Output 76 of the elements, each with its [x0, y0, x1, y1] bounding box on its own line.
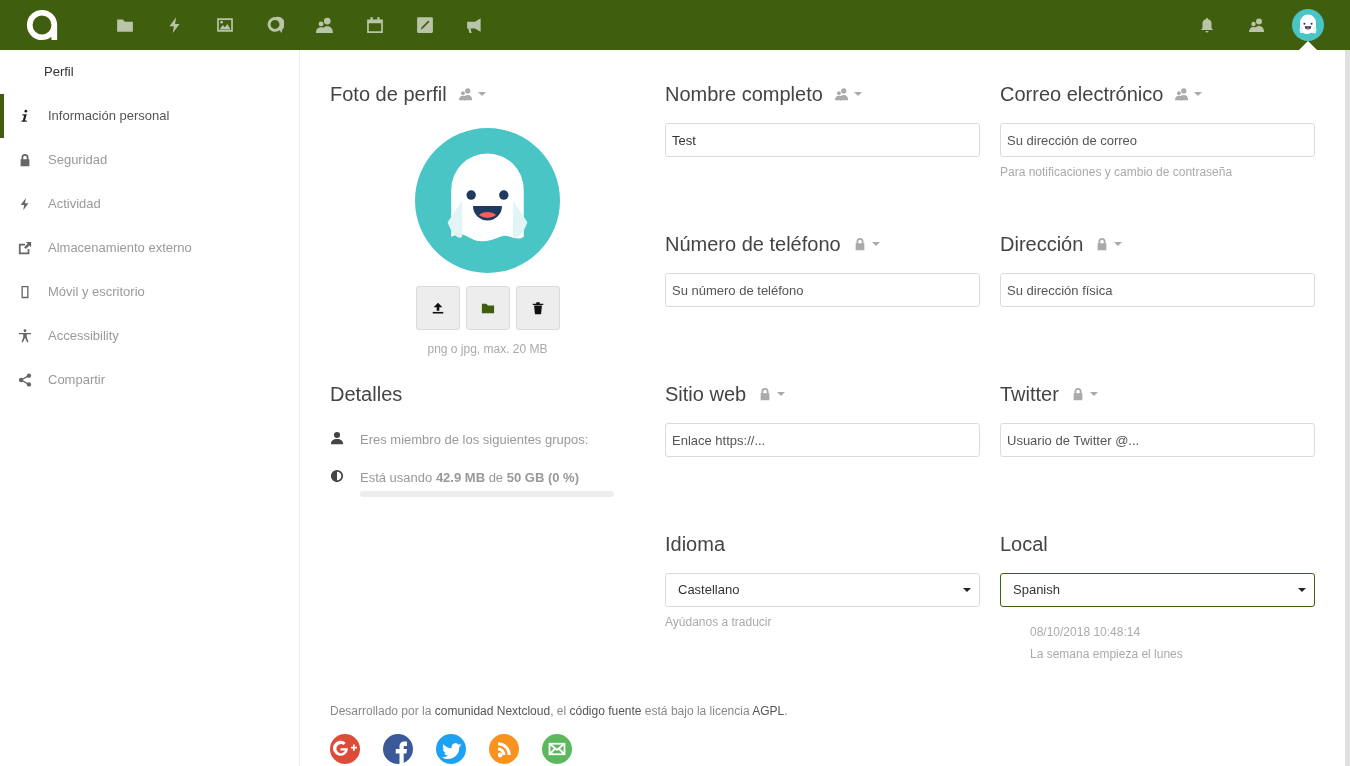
people-icon — [458, 87, 473, 101]
helper-text: La semana empieza el lunes — [1030, 646, 1184, 663]
helper-text: 08/10/2018 10:48:14 — [1030, 624, 1142, 641]
rss-icon[interactable] — [489, 734, 519, 764]
input-field[interactable]: Su dirección física — [1000, 273, 1315, 307]
person-icon — [330, 431, 344, 445]
footer-link[interactable]: código fuente — [569, 704, 642, 718]
avatar-button[interactable] — [1292, 9, 1324, 41]
people-icon — [316, 16, 334, 34]
helper-text: Ayúdanos a traducir — [665, 614, 773, 631]
caret-icon — [777, 392, 786, 396]
mail-icon[interactable] — [542, 734, 572, 764]
sidebar-item[interactable]: Información personal — [0, 94, 299, 138]
people-icon — [834, 87, 849, 101]
upload-icon — [430, 301, 445, 315]
section-title: Dirección — [1000, 232, 1084, 257]
trash-icon — [530, 301, 545, 315]
megaphone-icon — [466, 16, 484, 34]
helper-text: png o jpg, max. 20 MB — [427, 341, 548, 358]
people-icon — [1249, 17, 1265, 33]
caret-icon — [1298, 588, 1306, 592]
caret-icon — [477, 92, 486, 96]
visibility-scope-button[interactable] — [1095, 237, 1123, 251]
calendar-icon — [366, 16, 384, 34]
input-field[interactable]: Usuario de Twitter @... — [1000, 423, 1315, 457]
helper-text: Para notificaciones y cambio de contraseña — [1000, 164, 1234, 181]
footer-text: Desarrollado por la comunidad Nextcloud, el código fuente está bajo la licencia AGPL. — [330, 703, 789, 720]
caret-icon — [871, 242, 880, 246]
section-title: Twitter — [1000, 382, 1059, 407]
visibility-scope-button[interactable] — [1175, 87, 1203, 101]
groups-text: Eres miembro de los siguientes grupos: — [360, 431, 589, 449]
section-title: Local — [1000, 532, 1048, 557]
section-title: Correo electrónico — [1000, 82, 1164, 107]
folder-icon — [116, 16, 134, 34]
caret-icon — [853, 92, 862, 96]
google-plus-icon[interactable] — [330, 734, 360, 764]
section-title: Nombre completo — [665, 82, 823, 107]
pencil-note-icon — [416, 16, 434, 34]
lock-icon — [18, 153, 32, 167]
visibility-scope-button[interactable] — [458, 87, 486, 101]
chat-bubble-icon — [266, 16, 284, 34]
pie-chart-icon — [330, 468, 344, 483]
accessibility-icon — [18, 329, 32, 343]
scrollbar[interactable] — [1345, 50, 1350, 766]
section-title: Foto de perfil — [330, 82, 447, 107]
share-icon — [18, 373, 32, 387]
external-link-icon — [18, 241, 32, 255]
delete-button[interactable] — [515, 286, 560, 330]
menu-pointer — [1299, 41, 1317, 50]
storage-usage-text: Está usando 42.9 MB de 50 GB (0 %) — [360, 468, 580, 487]
sidebar-heading: Perfil — [44, 63, 74, 82]
section-title: Sitio web — [665, 382, 747, 407]
section-title: Detalles — [330, 382, 403, 407]
upload-button[interactable] — [415, 286, 460, 330]
logo-icon — [24, 8, 60, 42]
people-icon — [1175, 87, 1190, 101]
folder-button[interactable] — [465, 286, 510, 330]
twitter-icon[interactable] — [436, 734, 466, 764]
select-field[interactable]: Castellano — [665, 573, 980, 607]
visibility-scope-button[interactable] — [834, 87, 862, 101]
bell-icon — [1199, 17, 1215, 33]
folder-icon — [480, 301, 495, 315]
caret-icon — [1089, 392, 1098, 396]
caret-icon — [963, 588, 971, 592]
section-title: Número de teléfono — [665, 232, 841, 257]
input-field[interactable]: Su dirección de correo — [1000, 123, 1315, 157]
facebook-icon[interactable] — [383, 734, 413, 764]
section-title: Idioma — [665, 532, 726, 557]
visibility-scope-button[interactable] — [758, 387, 786, 401]
input-field[interactable]: Test — [665, 123, 980, 157]
image-icon — [216, 16, 234, 34]
caret-icon — [1194, 92, 1203, 96]
select-field[interactable]: Spanish — [1000, 573, 1315, 607]
input-field[interactable]: Su número de teléfono — [665, 273, 980, 307]
caret-icon — [1114, 242, 1123, 246]
input-field[interactable]: Enlace https://... — [665, 423, 980, 457]
